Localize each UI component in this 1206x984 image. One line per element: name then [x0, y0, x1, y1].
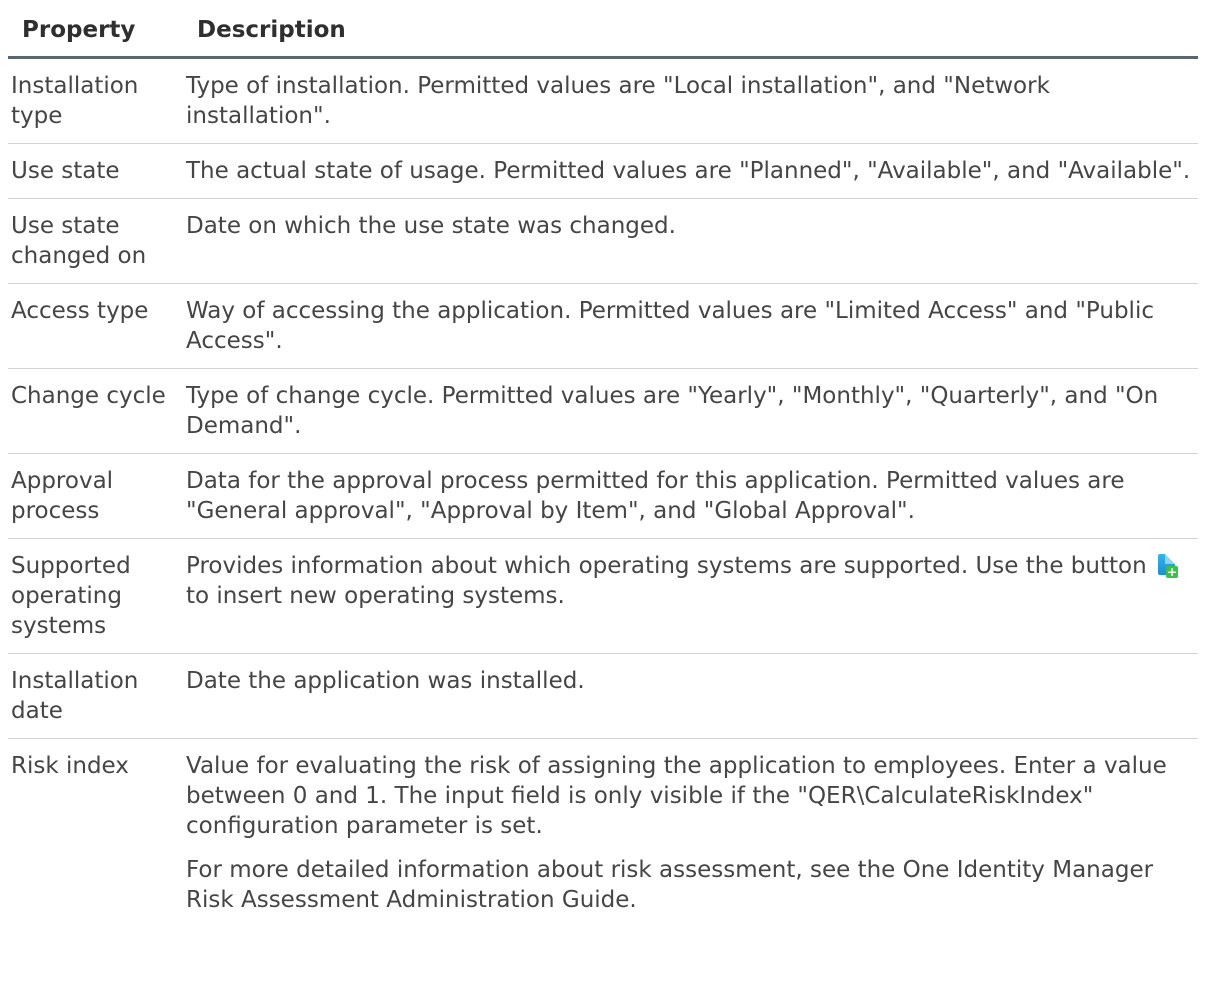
property-cell: Change cycle: [8, 368, 183, 454]
description-note: For more detailed information about risk…: [186, 857, 1154, 913]
header-description: Description: [183, 0, 1198, 59]
header-property: Property: [8, 0, 183, 59]
description-text-before-icon: Provides information about which operati…: [186, 553, 1154, 579]
property-cell: Installation type: [8, 57, 183, 144]
table-row: Approval process Data for the approval p…: [8, 453, 1198, 539]
table-row: Risk index Value for evaluating the risk…: [8, 739, 1198, 928]
description-text-after-icon: to insert new operating systems.: [186, 583, 565, 609]
table-row: Change cycle Type of change cycle. Permi…: [8, 368, 1198, 454]
table-row: Supported operating systems Provides inf…: [8, 538, 1198, 654]
description-cell: Date the application was installed.: [183, 653, 1198, 739]
description-cell: Date on which the use state was changed.: [183, 198, 1198, 284]
description-cell: Type of installation. Permitted values a…: [183, 57, 1198, 144]
property-cell: Risk index: [11, 753, 129, 779]
description-cell: Way of accessing the application. Permit…: [183, 283, 1198, 369]
table-header-row: Property Description: [8, 0, 1198, 59]
table-row: Installation type Type of installation. …: [8, 57, 1198, 144]
property-cell: Installation date: [8, 653, 183, 739]
property-cell: Access type: [8, 283, 183, 369]
description-paragraph: Value for evaluating the risk of assigni…: [186, 753, 1167, 839]
property-cell: Use state changed on: [8, 198, 183, 284]
add-item-icon: +: [1157, 554, 1178, 578]
description-cell: The actual state of usage. Permitted val…: [183, 143, 1198, 199]
property-cell: Approval process: [8, 453, 183, 539]
property-table: Property Description Installation type T…: [8, 0, 1198, 927]
description-cell: Data for the approval process permitted …: [183, 453, 1198, 539]
property-cell: Use state: [8, 143, 183, 199]
table-row: Installation date Date the application w…: [8, 653, 1198, 739]
table-row: Use state The actual state of usage. Per…: [8, 143, 1198, 199]
property-cell: Supported operating systems: [8, 538, 183, 654]
description-cell: Type of change cycle. Permitted values a…: [183, 368, 1198, 454]
description-cell: Value for evaluating the risk of assigni…: [183, 739, 1198, 928]
description-cell: Provides information about which operati…: [183, 538, 1198, 654]
table-row: Use state changed on Date on which the u…: [8, 198, 1198, 284]
table-row: Access type Way of accessing the applica…: [8, 283, 1198, 369]
